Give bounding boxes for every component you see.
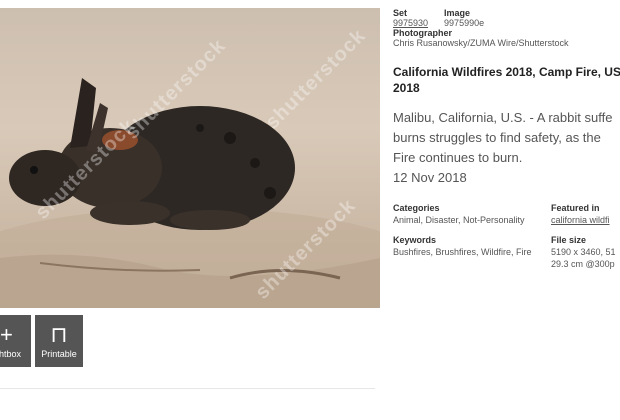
caption-line: Fire continues to burn. [393, 150, 523, 165]
set-image-row: Set 9975930 Image 9975990e [393, 8, 620, 28]
filesize-line2: 29.3 cm @300p [551, 259, 615, 269]
caption-line: Malibu, California, U.S. - A rabbit suff… [393, 110, 613, 125]
caption-line: burns struggles to find safety, as the [393, 130, 601, 145]
featured-link[interactable]: california wildfi [551, 214, 620, 226]
categories-value[interactable]: Animal, Disaster, Not-Personality [393, 214, 551, 226]
featured-label: Featured in [551, 203, 600, 213]
categories-label: Categories [393, 203, 440, 213]
printer-icon: ⊓ [50, 322, 68, 347]
page-title: California Wildfires 2018, Camp Fire, US… [393, 65, 620, 79]
filesize-label: File size [551, 235, 587, 245]
keywords-label: Keywords [393, 235, 437, 245]
set-link[interactable]: 9975930 [393, 18, 428, 28]
photographer-value: Chris Rusanowsky/ZUMA Wire/Shutterstock [393, 38, 569, 48]
action-buttons: + ghtbox ⊓ Printable [0, 315, 83, 367]
keywords-value[interactable]: Bushfires, Brushfires, Wildfire, Fire [393, 246, 551, 258]
categories: Categories Animal, Disaster, Not-Persona… [393, 202, 551, 226]
photographer-label: Photographer [393, 28, 453, 38]
lightbox-button[interactable]: + ghtbox [0, 315, 31, 367]
image-label: Image [444, 8, 471, 18]
photo-illustration [0, 78, 380, 308]
info-panel: Set 9975930 Image 9975990e Photographer … [393, 8, 620, 270]
plus-icon: + [0, 322, 13, 347]
printable-button[interactable]: ⊓ Printable [35, 315, 83, 367]
photo[interactable]: shutterstock shutterstock shutterstock s… [0, 8, 380, 308]
filesize-line1: 5190 x 3460, 51 [551, 247, 616, 257]
caption: Malibu, California, U.S. - A rabbit suff… [393, 108, 620, 188]
details-grid: Categories Animal, Disaster, Not-Persona… [393, 202, 620, 270]
divider [0, 388, 375, 389]
set-label: Set [393, 8, 408, 18]
image-id: 9975990e [444, 18, 485, 28]
lightbox-label: ghtbox [0, 349, 22, 359]
date: 12 Nov 2018 [393, 170, 467, 185]
featured-in: Featured in california wildfi [551, 202, 620, 226]
printable-label: Printable [41, 349, 77, 359]
page-title-line2: 2018 [393, 81, 420, 95]
keywords: Keywords Bushfires, Brushfires, Wildfire… [393, 234, 551, 270]
file-size: File size 5190 x 3460, 51 29.3 cm @300p [551, 234, 620, 270]
